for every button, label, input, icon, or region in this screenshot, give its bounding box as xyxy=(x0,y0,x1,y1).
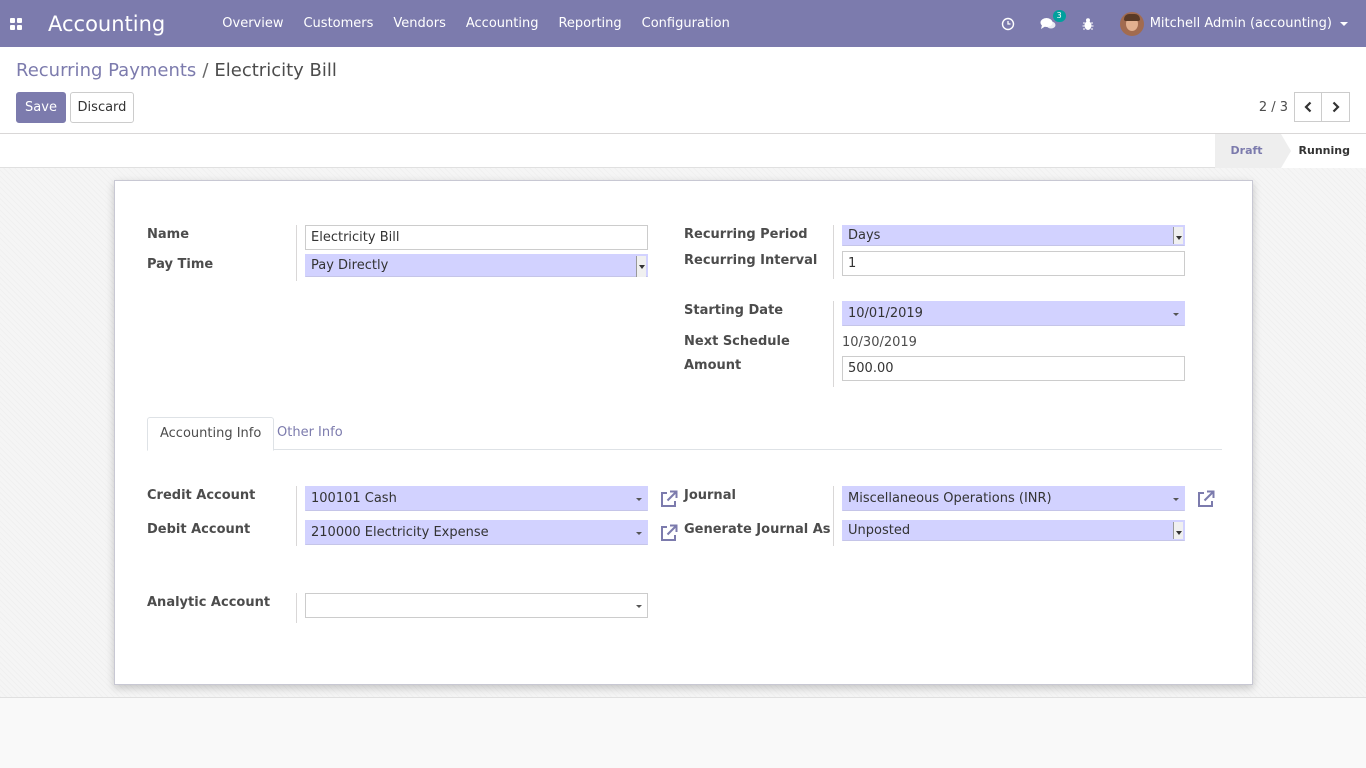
pager-previous-button[interactable] xyxy=(1294,92,1322,122)
recurring-period-label: Recurring Period xyxy=(684,227,808,242)
debit-account-select[interactable]: 210000 Electricity Expense xyxy=(305,520,648,545)
discard-button[interactable]: Discard xyxy=(70,92,134,123)
analytic-account-select[interactable] xyxy=(305,593,648,618)
field-divider xyxy=(296,593,297,623)
status-draft[interactable]: Draft xyxy=(1214,134,1291,168)
next-schedule-label: Next Schedule xyxy=(684,334,790,349)
pager-next-button[interactable] xyxy=(1322,92,1350,122)
top-navbar: Accounting Overview Customers Vendors Ac… xyxy=(0,0,1366,47)
pay-time-value: Pay Directly xyxy=(311,258,389,273)
external-link-icon[interactable] xyxy=(1196,489,1216,509)
user-name: Mitchell Admin (accounting) xyxy=(1149,16,1332,31)
starting-date-input[interactable]: 10/01/2019 xyxy=(842,301,1185,326)
apps-icon[interactable] xyxy=(0,0,32,47)
pay-time-select[interactable]: Pay Directly xyxy=(305,254,648,277)
journal-value: Miscellaneous Operations (INR) xyxy=(848,491,1052,506)
credit-account-select[interactable]: 100101 Cash xyxy=(305,486,648,511)
avatar xyxy=(1119,11,1144,36)
analytic-account-label: Analytic Account xyxy=(147,595,271,610)
status-bar: Draft Running xyxy=(0,134,1366,168)
menu-accounting[interactable]: Accounting xyxy=(456,0,549,47)
status-steps: Draft Running xyxy=(1214,134,1366,168)
amount-label: Amount xyxy=(684,358,742,373)
form-sheet: Name Pay Time Electricity Bill Pay Direc… xyxy=(114,180,1253,685)
chevron-down-icon xyxy=(636,498,642,501)
chevron-down-icon xyxy=(636,256,646,277)
chevron-down-icon xyxy=(1340,21,1348,26)
bug-icon[interactable] xyxy=(1074,0,1102,47)
save-button[interactable]: Save xyxy=(16,92,66,123)
field-divider xyxy=(833,301,834,387)
menu-vendors[interactable]: Vendors xyxy=(383,0,455,47)
menu-reporting[interactable]: Reporting xyxy=(548,0,631,47)
chevron-down-icon xyxy=(1173,227,1183,244)
chevron-down-icon xyxy=(1173,522,1183,539)
recurring-period-select[interactable]: Days xyxy=(842,225,1185,246)
pager-value[interactable]: 2 / 3 xyxy=(1259,100,1288,115)
status-running[interactable]: Running xyxy=(1280,134,1366,168)
amount-input[interactable]: 500.00 xyxy=(842,356,1185,381)
generate-journal-label: Generate Journal As xyxy=(684,522,831,537)
field-divider xyxy=(296,225,297,281)
notebook-tabs: Accounting Info Other Info xyxy=(147,417,1222,451)
tab-accounting-info[interactable]: Accounting Info xyxy=(147,417,275,451)
debit-account-value: 210000 Electricity Expense xyxy=(311,525,489,540)
breadcrumb-parent[interactable]: Recurring Payments xyxy=(16,60,196,81)
chevron-down-icon xyxy=(636,532,642,535)
starting-date-label: Starting Date xyxy=(684,303,784,318)
chat-icon[interactable]: 3 xyxy=(1034,0,1066,47)
chevron-left-icon xyxy=(1304,101,1312,113)
chevron-down-icon xyxy=(636,605,642,608)
generate-journal-select[interactable]: Unposted xyxy=(842,520,1185,541)
external-link-icon[interactable] xyxy=(659,523,679,543)
menu-overview[interactable]: Overview xyxy=(212,0,293,47)
name-label: Name xyxy=(147,227,190,242)
breadcrumb: Recurring Payments / Electricity Bill xyxy=(16,60,337,81)
clock-icon[interactable] xyxy=(994,0,1022,47)
external-link-icon[interactable] xyxy=(659,489,679,509)
name-input[interactable]: Electricity Bill xyxy=(305,225,648,250)
journal-label: Journal xyxy=(684,488,736,503)
generate-journal-value: Unposted xyxy=(848,523,911,538)
pay-time-label: Pay Time xyxy=(147,257,214,272)
starting-date-value: 10/01/2019 xyxy=(848,306,923,321)
tab-other-info[interactable]: Other Info xyxy=(265,417,355,450)
credit-account-label: Credit Account xyxy=(147,488,256,503)
breadcrumb-separator: / xyxy=(202,60,209,81)
recurring-interval-label: Recurring Interval xyxy=(684,253,818,268)
breadcrumb-current: Electricity Bill xyxy=(214,60,337,81)
user-menu[interactable]: Mitchell Admin (accounting) xyxy=(1119,11,1348,36)
message-count-badge: 3 xyxy=(1052,10,1066,22)
chevron-down-icon xyxy=(1173,313,1179,316)
pager: 2 / 3 xyxy=(1259,92,1350,122)
field-divider xyxy=(833,225,834,279)
next-schedule-value: 10/30/2019 xyxy=(842,335,917,350)
chevron-right-icon xyxy=(1332,101,1340,113)
app-title[interactable]: Accounting xyxy=(48,12,165,36)
field-divider xyxy=(833,486,834,546)
field-divider xyxy=(296,486,297,546)
journal-select[interactable]: Miscellaneous Operations (INR) xyxy=(842,486,1185,511)
recurring-period-value: Days xyxy=(848,228,881,243)
navbar-systray: 3 Mitchell Admin (accounting) xyxy=(982,0,1348,47)
recurring-interval-input[interactable]: 1 xyxy=(842,251,1185,276)
debit-account-label: Debit Account xyxy=(147,522,251,537)
main-menu: Overview Customers Vendors Accounting Re… xyxy=(212,0,740,47)
menu-configuration[interactable]: Configuration xyxy=(632,0,740,47)
menu-customers[interactable]: Customers xyxy=(293,0,383,47)
chevron-down-icon xyxy=(1173,498,1179,501)
control-panel: Recurring Payments / Electricity Bill Save… xyxy=(0,47,1366,134)
credit-account-value: 100101 Cash xyxy=(311,491,397,506)
